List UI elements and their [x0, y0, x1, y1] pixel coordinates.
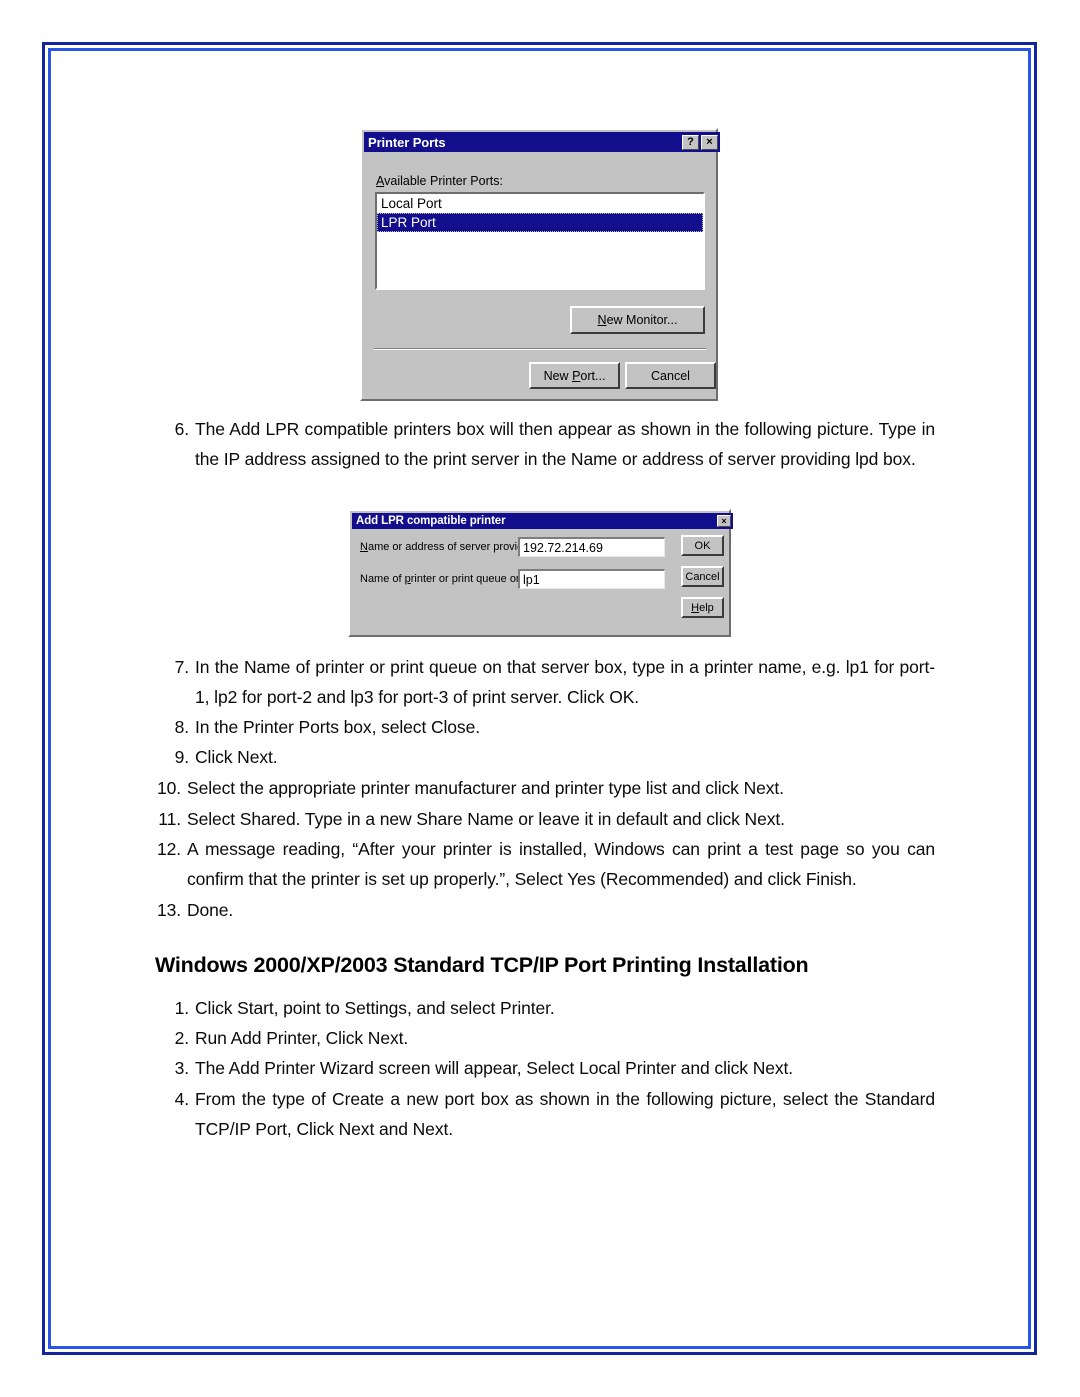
- close-icon[interactable]: ×: [701, 134, 718, 150]
- new-port-button[interactable]: New Port...: [529, 362, 620, 389]
- accel-char: H: [691, 601, 700, 614]
- add-lpr-compatible-printer-dialog: Add LPR compatible printer × Name or add…: [348, 509, 733, 637]
- list-item-number: 2.: [174, 1028, 190, 1048]
- list-item-number: 11.: [158, 809, 181, 829]
- button-label: OK: [694, 539, 711, 552]
- page-title: Windows 2000/XP/2003 Standard TCP/IP Por…: [155, 953, 809, 977]
- button-label: Cancel: [651, 368, 690, 383]
- list-item-text: Run Add Printer, Click Next.: [195, 1028, 409, 1048]
- document-content: Printer Ports ? × Available Printer Port…: [0, 0, 1080, 1397]
- list-item-text: In the Printer Ports box, select Close.: [195, 717, 480, 737]
- available-printer-ports-listbox[interactable]: Local Port LPR Port: [375, 192, 705, 290]
- list-item-number: 10.: [156, 778, 181, 798]
- close-icon[interactable]: ×: [717, 515, 731, 527]
- list-item[interactable]: Local Port: [377, 194, 703, 213]
- help-button[interactable]: Help: [681, 597, 724, 618]
- list-item: 13. Done.: [147, 895, 935, 925]
- list-item-number: 12.: [156, 839, 181, 859]
- button-label-pre: New: [543, 368, 573, 383]
- list-item-text: The Add Printer Wizard screen will appea…: [195, 1058, 794, 1078]
- list-item: 9. Click Next.: [155, 742, 935, 772]
- list-item-text: Select Shared. Type in a new Share Name …: [187, 809, 785, 829]
- help-icon[interactable]: ?: [682, 134, 699, 150]
- divider: [374, 348, 706, 350]
- list-item-text: The Add LPR compatible printers box will…: [195, 419, 935, 469]
- accel-char: N: [360, 541, 368, 553]
- printer-ports-titlebar: Printer Ports ? ×: [364, 132, 720, 152]
- list-item: 4. From the type of Create a new port bo…: [155, 1084, 936, 1144]
- button-label: Cancel: [685, 570, 720, 583]
- list-item: 6. The Add LPR compatible printers box w…: [155, 414, 936, 474]
- button-label: ew Monitor...: [606, 313, 678, 327]
- list-item-text: A message reading, “After your printer i…: [187, 839, 935, 889]
- list-item-text: Select the appropriate printer manufactu…: [187, 778, 784, 798]
- label-rest: vailable Printer Ports:: [384, 174, 503, 188]
- list-item-number: 9.: [174, 747, 190, 767]
- accel-char: N: [597, 313, 607, 327]
- list-item: 1. Click Start, point to Settings, and s…: [155, 993, 935, 1023]
- list-item-number: 6.: [174, 419, 190, 439]
- list-item: 3. The Add Printer Wizard screen will ap…: [155, 1053, 935, 1083]
- list-item: 10. Select the appropriate printer manuf…: [147, 773, 935, 803]
- list-item-text: Done.: [187, 900, 234, 920]
- list-item: 7. In the Name of printer or print queue…: [155, 652, 936, 712]
- list-item-number: 3.: [174, 1058, 190, 1078]
- field-value: lp1: [523, 573, 540, 587]
- printer-ports-title: Printer Ports: [368, 134, 446, 150]
- cancel-button[interactable]: Cancel: [681, 566, 724, 587]
- list-item-text: Click Next.: [195, 747, 278, 767]
- add-lpr-title: Add LPR compatible printer: [356, 515, 506, 527]
- list-item: 2. Run Add Printer, Click Next.: [155, 1023, 935, 1053]
- ok-button[interactable]: OK: [681, 535, 724, 556]
- list-item-number: 4.: [174, 1089, 190, 1109]
- list-item-text: Click Start, point to Settings, and sele…: [195, 998, 555, 1018]
- list-item-number: 7.: [174, 657, 190, 677]
- list-item-number: 13.: [156, 900, 181, 920]
- printer-queue-field[interactable]: lp1: [518, 569, 665, 589]
- server-address-field[interactable]: 192.72.214.69: [518, 537, 665, 557]
- list-item: 8. In the Printer Ports box, select Clos…: [155, 712, 935, 742]
- new-monitor-button[interactable]: New Monitor...: [570, 306, 705, 334]
- list-item-text: From the type of Create a new port box a…: [195, 1089, 935, 1139]
- list-item: 12. A message reading, “After your print…: [147, 834, 935, 894]
- add-lpr-titlebar: Add LPR compatible printer ×: [352, 513, 733, 529]
- list-item-text: In the Name of printer or print queue on…: [195, 657, 935, 707]
- printer-ports-dialog: Printer Ports ? × Available Printer Port…: [360, 128, 720, 401]
- accel-char: A: [376, 174, 385, 188]
- list-item[interactable]: LPR Port: [377, 213, 703, 232]
- list-item: 11. Select Shared. Type in a new Share N…: [147, 804, 935, 834]
- button-label-rest: ort...: [580, 368, 606, 383]
- button-label: elp: [699, 601, 714, 614]
- cancel-button[interactable]: Cancel: [625, 362, 716, 389]
- list-item-number: 1.: [174, 998, 190, 1018]
- available-printer-ports-label: Available Printer Ports:: [376, 174, 503, 188]
- field-value: 192.72.214.69: [523, 541, 603, 555]
- list-item-number: 8.: [174, 717, 190, 737]
- label-pre: Name of: [360, 573, 405, 585]
